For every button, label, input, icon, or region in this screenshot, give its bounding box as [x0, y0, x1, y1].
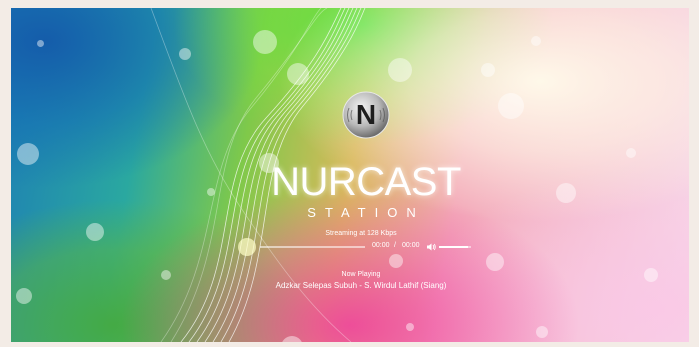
- volume-icon[interactable]: [426, 242, 436, 252]
- radio-player-background: N NURCAST STATION Streaming at 128 Kbps …: [11, 8, 689, 342]
- logo-n-icon: N: [342, 91, 390, 139]
- progress-bar[interactable]: [260, 246, 365, 248]
- brand-title: NURCAST: [271, 160, 461, 204]
- now-playing-title: Adzkar Selepas Subuh - S. Wirdul Lathif …: [275, 281, 447, 290]
- svg-text:N: N: [356, 99, 376, 130]
- volume-slider-fill: [439, 246, 468, 248]
- stream-bitrate-text: Streaming at 128 Kbps: [325, 230, 397, 237]
- brand-subtitle: STATION: [307, 205, 425, 220]
- volume-slider[interactable]: [439, 246, 471, 248]
- time-total: 00:00: [402, 242, 420, 249]
- time-current: 00:00: [372, 242, 390, 249]
- time-separator: /: [394, 242, 396, 249]
- audio-player-controls: 00:00 / 00:00: [260, 241, 475, 253]
- station-info-panel: N NURCAST STATION Streaming at 128 Kbps …: [11, 8, 689, 342]
- now-playing-label: Now Playing: [341, 271, 381, 278]
